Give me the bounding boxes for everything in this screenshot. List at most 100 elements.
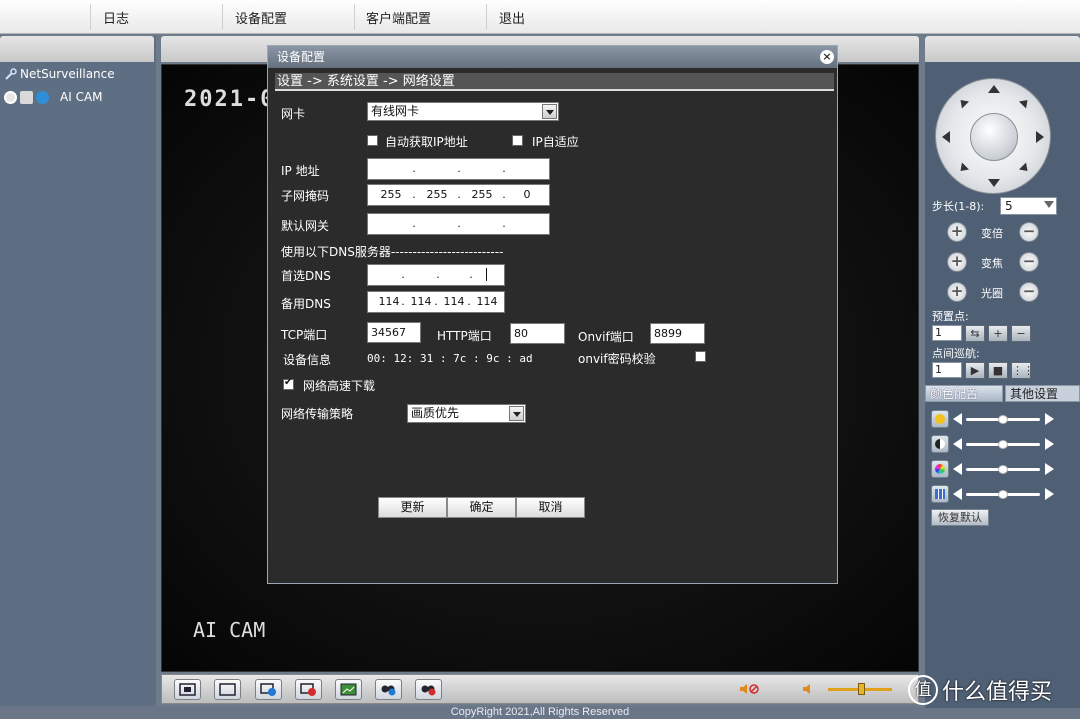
hue-slider-thumb[interactable] bbox=[998, 490, 1008, 499]
mask-octet[interactable]: 255 bbox=[376, 185, 406, 205]
refresh-button[interactable]: 更新 bbox=[378, 497, 447, 518]
dhcp-checkbox[interactable] bbox=[367, 135, 378, 146]
dns2-octet[interactable]: 114 bbox=[406, 292, 436, 312]
increase-icon[interactable] bbox=[1045, 438, 1054, 450]
nic-select[interactable]: 有线网卡 bbox=[367, 102, 559, 121]
ptz-up-icon[interactable] bbox=[988, 85, 1000, 93]
watermark-logo: 值 bbox=[908, 675, 938, 705]
close-icon[interactable]: × bbox=[820, 50, 834, 64]
decrease-icon[interactable] bbox=[953, 488, 962, 500]
zoom-out-button[interactable]: − bbox=[1019, 222, 1039, 242]
record-button[interactable] bbox=[375, 679, 402, 700]
secondary-dns-label: 备用DNS bbox=[281, 297, 331, 311]
step-label: 步长(1-8): bbox=[932, 200, 985, 213]
zoom-in-button[interactable]: + bbox=[947, 222, 967, 242]
cruise-stop-button[interactable]: ■ bbox=[988, 362, 1008, 379]
cruise-grid-button[interactable]: ⋮⋮ bbox=[1011, 362, 1034, 379]
contrast-slider-thumb[interactable] bbox=[998, 440, 1008, 449]
decrease-icon[interactable] bbox=[953, 438, 962, 450]
playback-button[interactable] bbox=[255, 679, 282, 700]
ip-adaptive-checkbox[interactable] bbox=[512, 135, 523, 146]
focus-in-button[interactable]: + bbox=[947, 252, 967, 272]
restore-default-button[interactable]: 恢复默认 bbox=[931, 509, 989, 526]
decrease-icon[interactable] bbox=[953, 413, 962, 425]
menu-log[interactable]: 日志 bbox=[103, 8, 129, 27]
volume-icon[interactable] bbox=[802, 682, 814, 699]
dns-section-label: 使用以下DNS服务器-------------------------- bbox=[281, 245, 504, 259]
tab-color-config[interactable]: 颜色配置 bbox=[925, 385, 1003, 402]
preset-add-button[interactable]: + bbox=[988, 325, 1008, 342]
ptz-right-icon[interactable] bbox=[1036, 131, 1044, 143]
increase-icon[interactable] bbox=[1045, 463, 1054, 475]
stop-camera-record-button[interactable] bbox=[415, 679, 442, 700]
menu-device-config[interactable]: 设备配置 bbox=[235, 8, 287, 27]
decrease-icon[interactable] bbox=[953, 463, 962, 475]
mute-icon[interactable] bbox=[739, 682, 763, 699]
subnet-mask-field[interactable]: 255 . 255 . 255 . 0 bbox=[367, 184, 550, 206]
tree-root-label: NetSurveillance bbox=[20, 67, 115, 81]
tools-icon bbox=[4, 67, 17, 81]
chevron-down-icon bbox=[509, 406, 524, 421]
stop-icon[interactable] bbox=[4, 90, 17, 104]
cruise-play-button[interactable]: ▶ bbox=[965, 362, 985, 379]
ptz-up-left-icon[interactable] bbox=[956, 96, 970, 109]
mask-octet[interactable]: 0 bbox=[512, 185, 542, 205]
playback-icon bbox=[260, 683, 276, 696]
transfer-strategy-select[interactable]: 画质优先 bbox=[407, 404, 526, 423]
menu-client-config[interactable]: 客户端配置 bbox=[366, 8, 431, 27]
step-select[interactable]: 5 bbox=[1000, 197, 1057, 215]
dialog-title: 设备配置 bbox=[277, 50, 326, 64]
ptz-down-icon[interactable] bbox=[988, 179, 1000, 187]
preset-goto-button[interactable]: ⇆ bbox=[965, 325, 985, 342]
ptz-center-button[interactable] bbox=[970, 113, 1018, 161]
onvif-auth-checkbox[interactable] bbox=[695, 351, 706, 362]
cruise-input[interactable]: 1 bbox=[932, 362, 962, 378]
nic-label: 网卡 bbox=[281, 107, 306, 121]
iris-open-button[interactable]: + bbox=[947, 282, 967, 302]
ptz-left-icon[interactable] bbox=[942, 131, 950, 143]
ptz-direction-pad[interactable] bbox=[935, 78, 1051, 194]
record-icon[interactable] bbox=[36, 90, 49, 104]
saturation-icon bbox=[931, 460, 949, 478]
menu-logout[interactable]: 退出 bbox=[499, 8, 525, 27]
volume-slider-thumb[interactable] bbox=[858, 683, 865, 695]
preset-remove-button[interactable]: − bbox=[1011, 325, 1031, 342]
cruise-label: 点间巡航: bbox=[932, 347, 980, 360]
tree-camera-item[interactable]: AI CAM bbox=[4, 90, 103, 104]
ptz-panel: 步长(1-8): 5 + 变倍 − + 变焦 − + 光圈 − 预置点: 1 ⇆… bbox=[925, 36, 1080, 708]
ptz-down-left-icon[interactable] bbox=[956, 162, 970, 175]
stop-record-button[interactable] bbox=[295, 679, 322, 700]
fullscreen-button[interactable] bbox=[174, 679, 201, 700]
dns2-octet[interactable]: 114 bbox=[439, 292, 469, 312]
secondary-dns-field[interactable]: 114 . 114 . 114 . 114 bbox=[367, 291, 505, 313]
snapshot-button[interactable] bbox=[335, 679, 362, 700]
osd-channel-name: AI CAM bbox=[193, 618, 266, 642]
dns2-octet[interactable]: 114 bbox=[472, 292, 502, 312]
high-speed-download-checkbox[interactable] bbox=[283, 377, 294, 390]
mask-octet[interactable]: 255 bbox=[422, 185, 452, 205]
play-icon[interactable] bbox=[20, 90, 33, 104]
increase-icon[interactable] bbox=[1045, 488, 1054, 500]
increase-icon[interactable] bbox=[1045, 413, 1054, 425]
single-view-button[interactable] bbox=[214, 679, 241, 700]
brightness-slider-thumb[interactable] bbox=[998, 415, 1008, 424]
tree-root[interactable]: NetSurveillance bbox=[4, 67, 115, 81]
preset-input[interactable]: 1 bbox=[932, 325, 962, 341]
http-port-field[interactable]: 80 bbox=[510, 323, 565, 344]
mask-octet[interactable]: 255 bbox=[467, 185, 497, 205]
tab-other-settings[interactable]: 其他设置 bbox=[1005, 385, 1080, 402]
gateway-field[interactable]: . . . bbox=[367, 213, 550, 235]
volume-slider[interactable] bbox=[828, 683, 892, 695]
tcp-port-field[interactable]: 34567 bbox=[367, 322, 421, 343]
ptz-up-right-icon[interactable] bbox=[1018, 96, 1032, 109]
primary-dns-field[interactable]: . . . bbox=[367, 264, 505, 286]
tree-camera-label: AI CAM bbox=[60, 90, 103, 104]
iris-close-button[interactable]: − bbox=[1019, 282, 1039, 302]
ok-button[interactable]: 确定 bbox=[447, 497, 516, 518]
saturation-slider-thumb[interactable] bbox=[998, 465, 1008, 474]
ptz-down-right-icon[interactable] bbox=[1018, 162, 1032, 175]
focus-out-button[interactable]: − bbox=[1019, 252, 1039, 272]
cancel-button[interactable]: 取消 bbox=[516, 497, 585, 518]
onvif-port-field[interactable]: 8899 bbox=[650, 323, 705, 344]
ip-address-field[interactable]: . . . bbox=[367, 158, 550, 180]
